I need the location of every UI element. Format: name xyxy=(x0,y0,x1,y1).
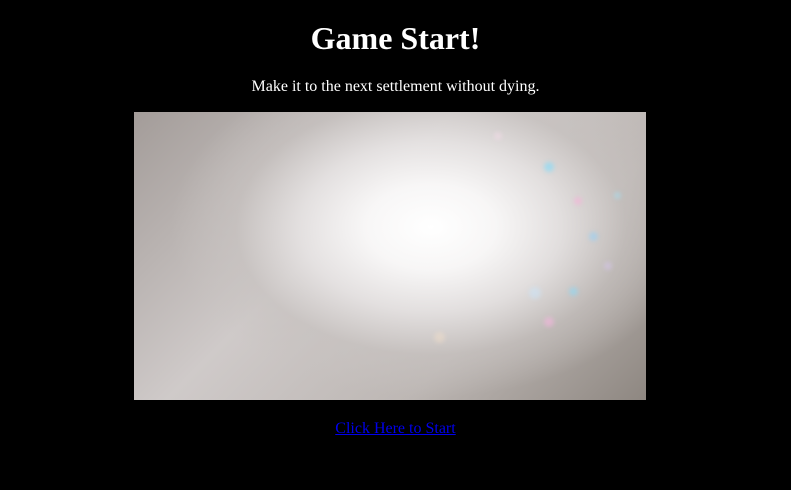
game-objective-text: Make it to the next settlement without d… xyxy=(251,78,540,95)
scene-image xyxy=(134,112,646,400)
light-flare xyxy=(574,197,582,205)
light-flare xyxy=(569,287,578,296)
start-game-link[interactable]: Click Here to Start xyxy=(335,420,455,437)
light-flare xyxy=(544,162,554,172)
light-flare xyxy=(434,332,445,343)
light-flare xyxy=(589,232,598,241)
light-flare xyxy=(494,132,502,140)
light-flare xyxy=(614,192,621,199)
page-title: Game Start! xyxy=(310,20,481,56)
light-flare xyxy=(604,262,612,270)
light-flare xyxy=(529,287,541,299)
light-flare xyxy=(544,317,554,327)
start-link-container: Click Here to Start xyxy=(0,419,791,439)
